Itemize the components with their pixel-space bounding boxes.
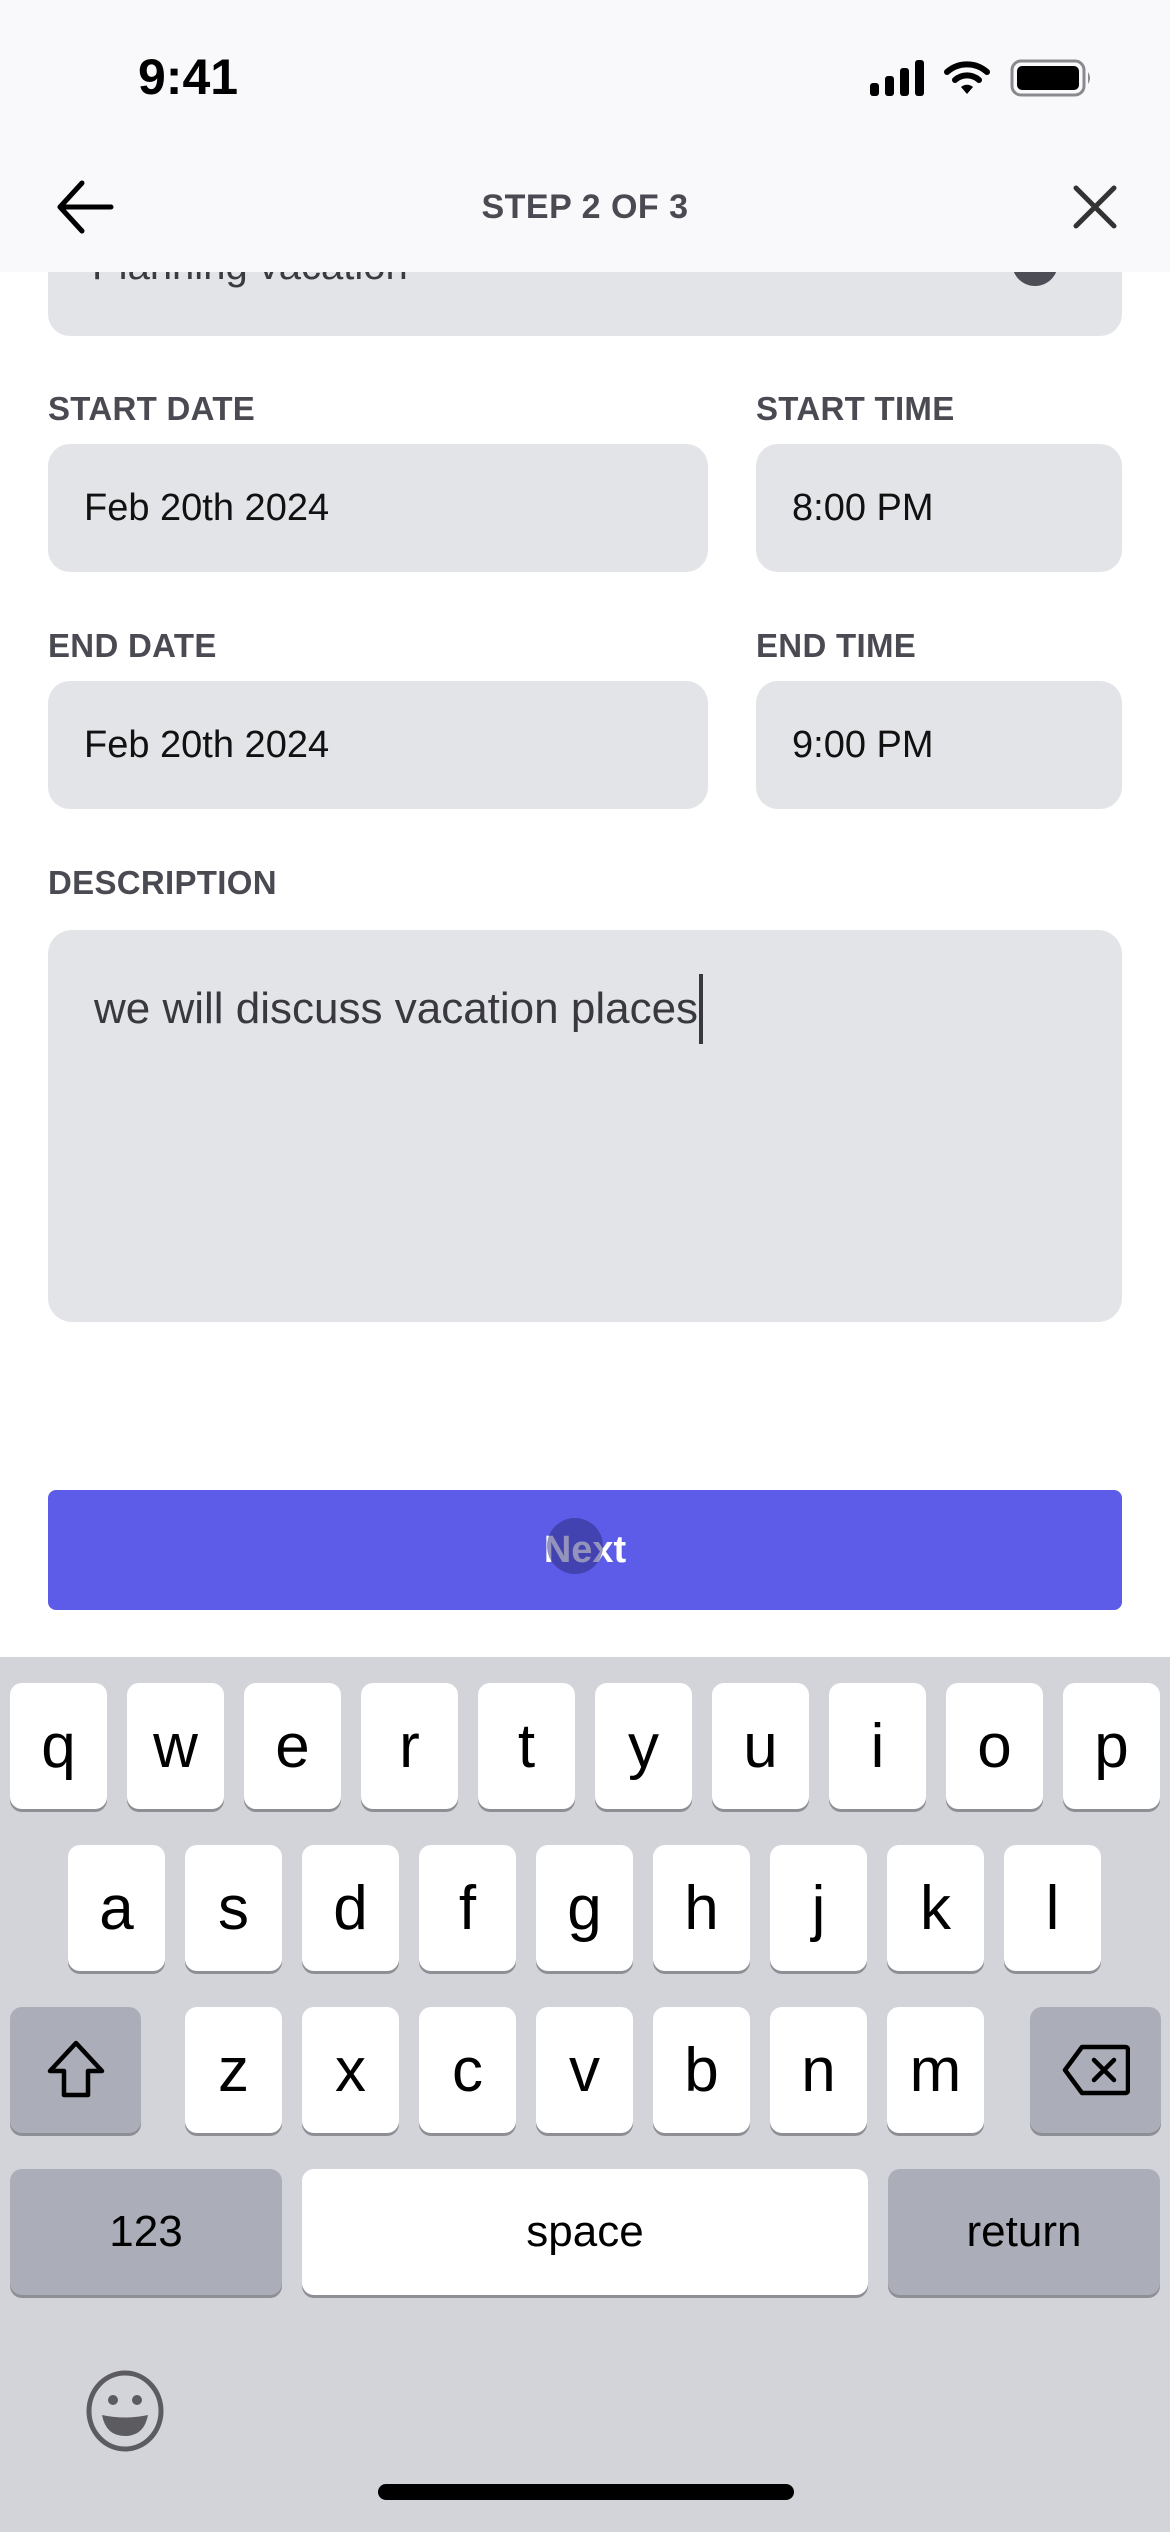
status-time: 9:41 — [138, 49, 239, 105]
key-i[interactable]: i — [829, 1683, 926, 1809]
description-label: DESCRIPTION — [48, 864, 277, 901]
shift-key[interactable] — [10, 2007, 141, 2133]
end-date-label: END DATE — [48, 627, 217, 664]
start-time-label: START TIME — [756, 390, 955, 427]
close-button[interactable] — [1060, 172, 1130, 242]
emoji-button[interactable] — [84, 2370, 166, 2452]
end-date-field[interactable]: Feb 20th 2024 — [48, 681, 708, 809]
start-date-value: Feb 20th 2024 — [84, 486, 330, 529]
end-time-label: END TIME — [756, 627, 917, 664]
key-l[interactable]: l — [1004, 1845, 1101, 1971]
key-s[interactable]: s — [185, 1845, 282, 1971]
end-time-value: 9:00 PM — [792, 723, 934, 766]
top-bar: 9:41 STEP 2 OF 3 — [0, 0, 1170, 272]
description-value: we will discuss vacation places — [94, 984, 699, 1033]
battery-icon — [1010, 58, 1092, 98]
return-key[interactable]: return — [888, 2169, 1160, 2295]
key-n[interactable]: n — [770, 2007, 867, 2133]
key-c[interactable]: c — [419, 2007, 516, 2133]
key-a[interactable]: a — [68, 1845, 165, 1971]
step-indicator: STEP 2 OF 3 — [481, 188, 689, 226]
key-e[interactable]: e — [244, 1683, 341, 1809]
key-p[interactable]: p — [1063, 1683, 1160, 1809]
key-v[interactable]: v — [536, 2007, 633, 2133]
start-date-field[interactable]: Feb 20th 2024 — [48, 444, 708, 572]
key-u[interactable]: u — [712, 1683, 809, 1809]
text-caret — [699, 974, 704, 1044]
emoji-face-icon — [86, 2370, 164, 2452]
cellular-signal-icon — [870, 60, 924, 96]
key-f[interactable]: f — [419, 1845, 516, 1971]
description-textarea[interactable]: we will discuss vacation places — [48, 930, 1122, 1322]
close-x-icon — [1073, 185, 1117, 229]
key-g[interactable]: g — [536, 1845, 633, 1971]
backspace-icon — [1062, 2044, 1130, 2096]
space-key[interactable]: space — [302, 2169, 868, 2295]
key-h[interactable]: h — [653, 1845, 750, 1971]
key-o[interactable]: o — [946, 1683, 1043, 1809]
start-date-label: START DATE — [48, 390, 256, 427]
delete-key[interactable] — [1030, 2007, 1161, 2133]
key-z[interactable]: z — [185, 2007, 282, 2133]
wifi-icon — [944, 60, 990, 96]
key-w[interactable]: w — [127, 1683, 224, 1809]
end-date-value: Feb 20th 2024 — [84, 723, 330, 766]
key-d[interactable]: d — [302, 1845, 399, 1971]
key-q[interactable]: q — [10, 1683, 107, 1809]
start-time-field[interactable]: 8:00 PM — [756, 444, 1122, 572]
start-time-value: 8:00 PM — [792, 486, 934, 529]
status-icons — [870, 58, 1092, 98]
key-j[interactable]: j — [770, 1845, 867, 1971]
shift-arrow-icon — [47, 2040, 104, 2098]
numbers-key[interactable]: 123 — [10, 2169, 282, 2295]
next-button[interactable]: Next — [48, 1490, 1122, 1610]
key-x[interactable]: x — [302, 2007, 399, 2133]
home-indicator[interactable] — [378, 2484, 794, 2500]
key-m[interactable]: m — [887, 2007, 984, 2133]
key-k[interactable]: k — [887, 1845, 984, 1971]
key-b[interactable]: b — [653, 2007, 750, 2133]
end-time-field[interactable]: 9:00 PM — [756, 681, 1122, 809]
key-y[interactable]: y — [595, 1683, 692, 1809]
key-r[interactable]: r — [361, 1683, 458, 1809]
key-t[interactable]: t — [478, 1683, 575, 1809]
